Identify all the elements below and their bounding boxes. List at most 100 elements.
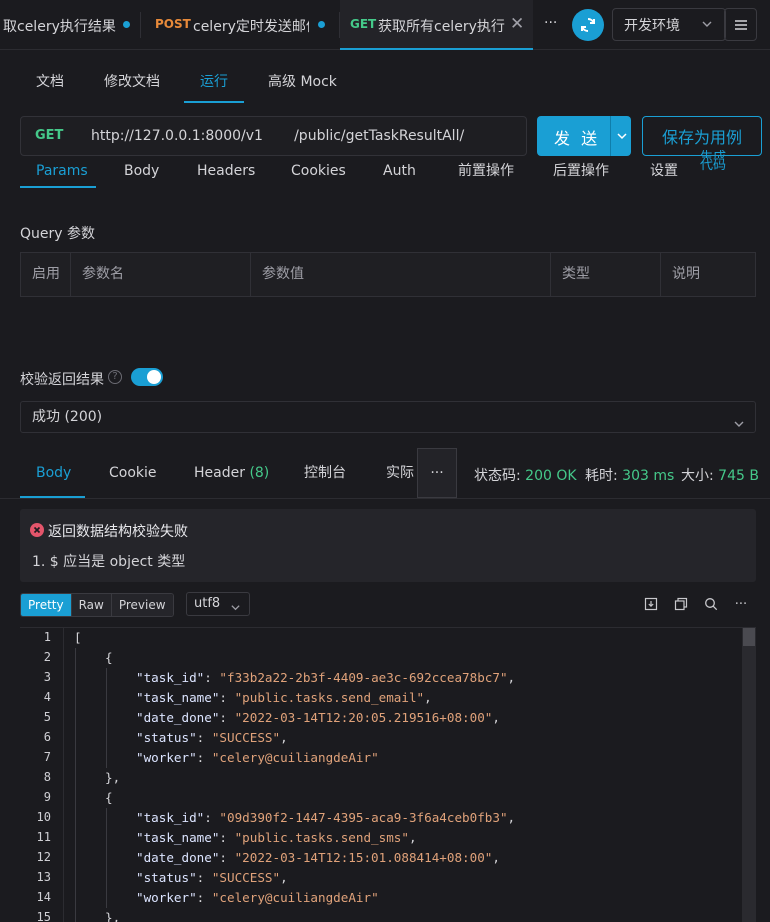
method-select[interactable]: GET [35, 128, 63, 143]
more-icon[interactable]: ··· [417, 448, 457, 498]
format-raw-button[interactable]: Raw [71, 594, 112, 616]
json-punctuation: , [507, 810, 516, 825]
response-tab-body[interactable]: Body [36, 450, 71, 496]
response-tab-actual[interactable]: 实际 [386, 450, 416, 496]
unsaved-dot [318, 21, 325, 28]
chevron-down-icon[interactable] [615, 128, 629, 147]
chevron-down-icon [701, 18, 713, 34]
request-tab[interactable]: 取celery执行结果 [0, 0, 140, 50]
tab-settings[interactable]: 设置 [650, 157, 678, 187]
json-string-value: "2022-03-14T12:15:01.088414+08:00" [234, 850, 493, 865]
json-string-value: "public.tasks.send_email" [234, 690, 425, 705]
subtab-docs[interactable]: 文档 [36, 58, 64, 104]
more-tabs-icon[interactable]: ··· [544, 15, 557, 31]
json-colon: : [219, 710, 235, 725]
search-icon[interactable] [703, 596, 719, 612]
json-punctuation: , [280, 730, 288, 745]
request-tab-method: POST [155, 17, 191, 31]
generate-code-link[interactable]: 生成 代码 [700, 150, 740, 174]
line-number: 1 [43, 630, 51, 644]
response-body-editor[interactable]: 1 2 3 4 5 6 7 8 9 10 11 12 13 14 15 [{"t… [20, 627, 756, 922]
encoding-select[interactable]: utf8 [186, 592, 250, 616]
response-time-value: 303 ms [622, 468, 675, 484]
tab-auth[interactable]: Auth [383, 157, 416, 187]
tab-params[interactable]: Params [36, 157, 88, 187]
menu-icon[interactable] [724, 8, 757, 41]
sync-icon[interactable] [572, 9, 604, 41]
request-tab-active[interactable]: GET 获取所有celery执行 ✕ [340, 0, 533, 50]
validate-response-label: 校验返回结果 [20, 372, 104, 388]
close-icon[interactable]: ✕ [510, 14, 524, 34]
scrollbar-thumb[interactable] [743, 628, 755, 646]
subtab-edit-docs[interactable]: 修改文档 [104, 58, 160, 104]
line-number: 7 [43, 750, 51, 764]
send-button-label: 发 送 [554, 129, 601, 148]
send-button-divider [610, 116, 611, 156]
json-key: "task_id" [136, 670, 205, 685]
url-input[interactable]: http://127.0.0.1:8000/v1 /public/getTask… [91, 128, 464, 144]
format-pretty-button[interactable]: Pretty [21, 594, 72, 616]
line-number: 14 [36, 890, 51, 904]
request-tab[interactable]: POST celery定时发送邮件 [141, 0, 339, 50]
expected-response-select[interactable]: 成功 (200) [20, 401, 756, 433]
help-icon[interactable]: ? [108, 370, 122, 384]
json-colon: : [196, 870, 212, 885]
json-colon: : [219, 850, 235, 865]
code-line: "worker": "celery@cuiliangdeAir" [136, 750, 379, 765]
line-number: 2 [43, 650, 51, 664]
tab-body[interactable]: Body [124, 157, 159, 187]
download-icon[interactable] [643, 596, 659, 612]
response-time-label: 耗时: [585, 468, 618, 484]
validate-response-toggle[interactable] [131, 368, 163, 386]
response-tab-console[interactable]: 控制台 [304, 450, 346, 496]
json-key: "date_done" [136, 850, 220, 865]
status-code-label: 状态码: [474, 468, 521, 484]
response-tab-header[interactable]: Header (8) [194, 450, 269, 496]
chevron-down-icon [733, 411, 745, 441]
subtab-run[interactable]: 运行 [200, 58, 228, 104]
json-colon: : [196, 750, 212, 765]
line-number-gutter: 1 2 3 4 5 6 7 8 9 10 11 12 13 14 15 [20, 628, 64, 922]
response-tab-cookie[interactable]: Cookie [109, 450, 157, 496]
code-line: { [105, 790, 113, 805]
tab-cookies[interactable]: Cookies [291, 157, 346, 187]
json-punctuation: , [424, 690, 432, 705]
environment-select[interactable]: 开发环境 [612, 8, 726, 41]
editor-scrollbar[interactable] [742, 628, 756, 922]
json-colon: : [204, 810, 220, 825]
format-preview-button[interactable]: Preview [111, 594, 173, 616]
validation-error-title: 返回数据结构校验失败 [48, 524, 188, 540]
generate-code-line1: 生成 [700, 150, 727, 158]
tab-post-script[interactable]: 后置操作 [553, 157, 609, 187]
code-line: "task_name": "public.tasks.send_email", [136, 690, 432, 705]
environment-label: 开发环境 [624, 17, 680, 34]
json-string-value: "09d390f2-1447-4395-aca9-3f6a4ceb0fb3" [219, 810, 508, 825]
more-icon[interactable]: ··· [733, 596, 749, 612]
status-code: 状态码: 200 OK [474, 465, 577, 485]
json-colon: : [219, 830, 235, 845]
request-tab-bar: 取celery执行结果 POST celery定时发送邮件 GET 获取所有ce… [0, 0, 770, 50]
active-param-tab-indicator [20, 186, 96, 188]
line-number: 8 [43, 770, 51, 784]
tab-pre-script[interactable]: 前置操作 [458, 157, 514, 187]
copy-icon[interactable] [673, 596, 689, 612]
line-number: 13 [36, 870, 51, 884]
query-params-title: Query 参数 [20, 226, 95, 242]
line-number: 10 [36, 810, 51, 824]
url-input-box[interactable]: GET http://127.0.0.1:8000/v1 /public/get… [20, 116, 527, 156]
indent-guide [75, 648, 76, 922]
unsaved-dot [123, 21, 130, 28]
error-icon [30, 523, 44, 537]
column-header-description: 说明 [672, 266, 700, 282]
response-tabs-divider [0, 498, 770, 499]
validation-error-detail: 1. $ 应当是 object 类型 [32, 554, 186, 570]
code-line: "task_id": "f33b2a22-2b3f-4409-ae3c-692c… [136, 670, 515, 685]
json-punctuation: { [105, 790, 113, 805]
json-punctuation: [ [74, 630, 82, 645]
subtab-advanced-mock[interactable]: 高级 Mock [268, 58, 337, 104]
send-button[interactable]: 发 送 [537, 116, 631, 156]
code-line: "task_name": "public.tasks.send_sms", [136, 830, 417, 845]
tab-headers[interactable]: Headers [197, 157, 255, 187]
active-subtab-indicator [184, 101, 244, 103]
json-key: "worker" [136, 750, 197, 765]
